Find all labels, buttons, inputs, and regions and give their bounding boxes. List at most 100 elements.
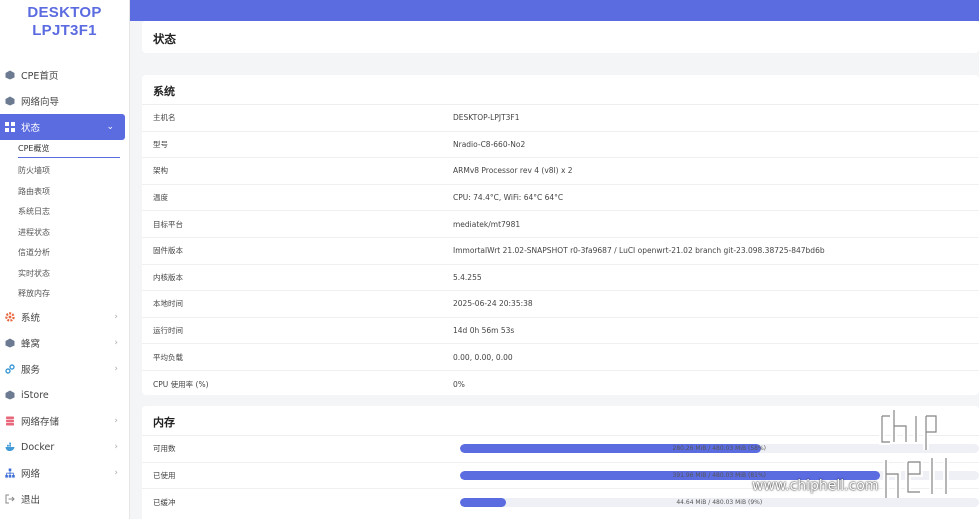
sidebar-item-label: 网络向导 (21, 97, 60, 108)
chevron-right-icon: › (114, 468, 118, 478)
sidebar-subitem-label: 路由表项 (18, 186, 50, 196)
sidebar-subitem-free-memory[interactable]: 释放内存 (0, 284, 129, 305)
table-row: 目标平台 mediatek/mt7981 (142, 211, 979, 238)
row-key: 已使用 (153, 470, 176, 480)
sidebar-item-label: 网络 (21, 469, 41, 480)
sidebar-item-docker[interactable]: Docker › (0, 434, 129, 460)
row-key: 主机名 (153, 113, 176, 123)
sidebar-item-label: 状态 (21, 123, 41, 134)
row-key: CPU 使用率 (%) (153, 379, 209, 389)
sidebar-subitem-syslog[interactable]: 系统日志 (0, 202, 129, 223)
row-value: 5.4.255 (453, 272, 482, 282)
row-value: 0.00, 0.00, 0.00 (453, 352, 513, 362)
sidebar-item-label: 蜂窝 (21, 339, 41, 350)
sidebar-subitem-label: CPE概览 (18, 143, 120, 158)
cube-icon (4, 390, 15, 401)
cube-icon (4, 96, 15, 107)
memory-row: 可用数 280.26 MiB / 480.03 MiB (58%) (142, 436, 979, 463)
grid-icon (4, 122, 15, 133)
table-row: 固件版本 ImmortalWrt 21.02-SNAPSHOT r0-3fa968… (142, 238, 979, 265)
row-key: 可用数 (153, 444, 176, 454)
sidebar-subitem-label: 防火墙项 (18, 166, 50, 176)
sidebar-item-status[interactable]: 状态 ⌄ (0, 114, 125, 140)
table-row: 主机名 DESKTOP-LPJT3F1 (142, 105, 979, 132)
cube-icon (4, 338, 15, 349)
chevron-right-icon: › (114, 416, 118, 426)
sidebar-subitem-channel-analysis[interactable]: 信道分析 (0, 243, 129, 264)
brand-line-1: DESKTOP (27, 4, 102, 21)
chevron-right-icon: › (114, 312, 118, 322)
sidebar-subitem-cpe-overview[interactable]: CPE概览 (0, 140, 129, 161)
system-card: 系统 主机名 DESKTOP-LPJT3F1 型号 Nradio-C8-660-No… (142, 75, 979, 395)
sidebar-menu: CPE首页 网络向导 状态 ⌄ CPE概览 防火墙项 路由表项 系统日志 进程状… (0, 62, 129, 512)
link-icon (4, 364, 15, 375)
main-content: 状态 系统 主机名 DESKTOP-LPJT3F1 型号 Nradio-C8-660… (130, 21, 979, 519)
sidebar-subitem-label: 释放内存 (18, 289, 50, 299)
network-icon (4, 468, 15, 479)
table-row: CPU 使用率 (%) 0% (142, 371, 979, 398)
sidebar-item-network-storage[interactable]: 网络存储 › (0, 408, 129, 434)
sidebar-item-label: 退出 (21, 495, 41, 506)
cube-icon (4, 70, 15, 81)
page-title: 状态 (153, 32, 176, 46)
row-value: 0% (453, 379, 465, 389)
row-key: 内核版本 (153, 272, 183, 282)
row-key: 目标平台 (153, 219, 183, 229)
sidebar-item-label: iStore (21, 389, 49, 401)
row-value: ImmortalWrt 21.02-SNAPSHOT r0-3fa9687 / … (453, 246, 825, 256)
sidebar-item-istore[interactable]: iStore (0, 382, 129, 408)
system-heading: 系统 (142, 75, 979, 105)
table-row: 内核版本 5.4.255 (142, 265, 979, 292)
table-row: 型号 Nradio-C8-660-No2 (142, 132, 979, 159)
sidebar-item-cpe-home[interactable]: CPE首页 (0, 62, 129, 88)
sidebar-item-system[interactable]: 系统 › (0, 304, 129, 330)
sidebar-item-label: 服务 (21, 365, 41, 376)
sidebar-item-services[interactable]: 服务 › (0, 356, 129, 382)
sidebar-item-label: 网络存储 (21, 417, 60, 428)
top-header-bar (130, 0, 979, 21)
row-value: CPU: 74.4°C, WiFi: 64°C 64°C (453, 193, 564, 203)
sidebar-subitem-realtime[interactable]: 实时状态 (0, 263, 129, 284)
row-key: 温度 (153, 193, 168, 203)
row-key: 本地时间 (153, 299, 183, 309)
row-key: 固件版本 (153, 246, 183, 256)
brand-logo[interactable]: DESKTOP LPJT3F1 (0, 0, 129, 58)
sidebar-item-label: 系统 (21, 313, 41, 324)
chevron-down-icon: ⌄ (106, 122, 114, 132)
sidebar-item-logout[interactable]: 退出 (0, 486, 129, 512)
sidebar-item-cellular[interactable]: 蜂窝 › (0, 330, 129, 356)
row-key: 运行时间 (153, 326, 183, 336)
row-key: 平均负载 (153, 352, 183, 362)
sidebar-subitem-label: 进程状态 (18, 227, 50, 237)
row-value: DESKTOP-LPJT3F1 (453, 113, 520, 123)
watermark-text: www.chiphell.com (752, 478, 879, 494)
page-title-card: 状态 (142, 21, 979, 53)
table-row: 运行时间 14d 0h 56m 53s (142, 318, 979, 345)
row-key: 架构 (153, 166, 168, 176)
table-row: 平均负载 0.00, 0.00, 0.00 (142, 344, 979, 371)
memory-card: 内存 可用数 280.26 MiB / 480.03 MiB (58%) 已使用… (142, 406, 979, 519)
row-value: ARMv8 Processor rev 4 (v8l) x 2 (453, 166, 573, 176)
sidebar-subitem-firewall[interactable]: 防火墙项 (0, 161, 129, 182)
chiphell-watermark-logo (879, 410, 949, 498)
row-value: Nradio-C8-660-No2 (453, 139, 526, 149)
row-value: mediatek/mt7981 (453, 219, 521, 229)
row-key: 型号 (153, 139, 168, 149)
docker-icon (4, 442, 15, 453)
sidebar-item-network[interactable]: 网络 › (0, 460, 129, 486)
logout-icon (4, 494, 15, 505)
sidebar-subitem-label: 实时状态 (18, 268, 50, 278)
memory-heading: 内存 (142, 406, 979, 436)
gear-icon (4, 312, 15, 323)
brand-line-2: LPJT3F1 (32, 22, 97, 39)
row-key: 已缓冲 (153, 497, 176, 507)
table-row: 架构 ARMv8 Processor rev 4 (v8l) x 2 (142, 158, 979, 185)
row-value: 14d 0h 56m 53s (453, 326, 515, 336)
chevron-right-icon: › (114, 338, 118, 348)
chevron-right-icon: › (114, 442, 118, 452)
sidebar-subitem-processes[interactable]: 进程状态 (0, 222, 129, 243)
sidebar-subitem-label: 信道分析 (18, 248, 50, 258)
table-row: 温度 CPU: 74.4°C, WiFi: 64°C 64°C (142, 185, 979, 212)
sidebar-item-network-wizard[interactable]: 网络向导 (0, 88, 129, 114)
sidebar-subitem-routes[interactable]: 路由表项 (0, 181, 129, 202)
